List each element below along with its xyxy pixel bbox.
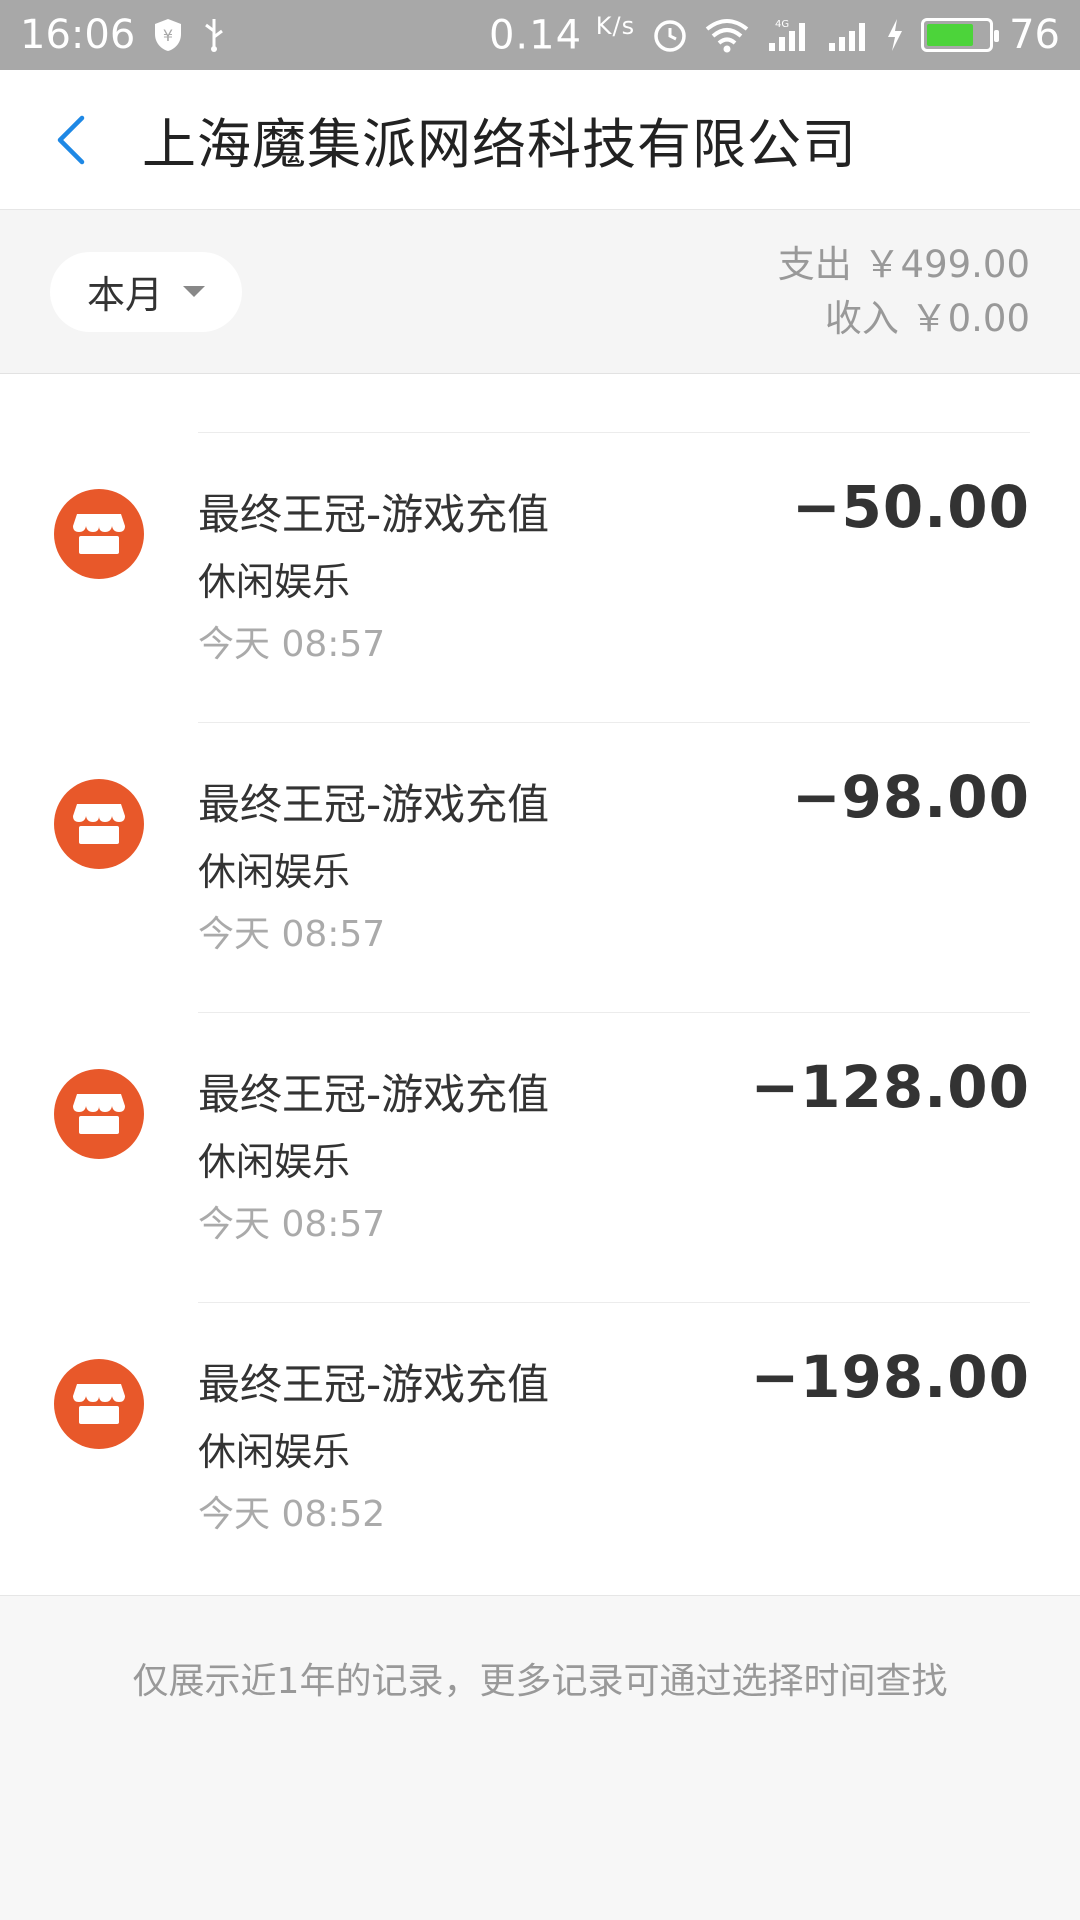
store-icon — [54, 489, 144, 579]
transaction-amount: −98.00 — [791, 763, 1030, 831]
transaction-time: 今天 08:57 — [198, 914, 386, 955]
month-filter-label: 本月 — [86, 273, 163, 317]
transaction-title: 最终王冠-游戏充值 — [198, 1070, 550, 1119]
charging-icon — [885, 17, 905, 53]
battery-level: 76 — [1009, 11, 1060, 58]
transaction-time: 今天 08:52 — [198, 1494, 386, 1535]
page-title: 上海魔集派网络科技有限公司 — [142, 113, 857, 176]
store-icon — [54, 1359, 144, 1449]
battery-fill — [927, 23, 973, 46]
footer-note: 仅展示近1年的记录，更多记录可通过选择时间查找 — [132, 1661, 948, 1702]
screen: 16:06 ¥ 0.14 K/s 4G 76 上海魔集派网络科技有限公司 本月 … — [0, 0, 1080, 1920]
transaction-amount: −128.00 — [750, 1053, 1030, 1121]
month-filter-dropdown[interactable]: 本月 — [50, 251, 242, 332]
transaction-amount: −50.00 — [791, 473, 1030, 541]
alarm-icon — [651, 16, 689, 54]
transaction-time: 今天 08:57 — [198, 1204, 386, 1245]
transaction-list: 最终王冠-游戏充值 休闲娱乐 今天 08:57 −50.00 最终王冠-游戏充值… — [0, 375, 1080, 1593]
signal-4g-icon: 4G — [765, 17, 809, 53]
status-bar: 16:06 ¥ 0.14 K/s 4G 76 — [0, 0, 1080, 70]
list-item-partial — [0, 375, 1080, 433]
transaction-category: 休闲娱乐 — [198, 1430, 351, 1474]
back-button[interactable] — [16, 70, 126, 210]
battery-icon — [921, 17, 1000, 52]
shield-icon: ¥ — [153, 17, 183, 53]
transaction-title: 最终王冠-游戏充值 — [198, 490, 550, 539]
transaction-title: 最终王冠-游戏充值 — [198, 1360, 550, 1409]
transaction-time: 今天 08:57 — [198, 624, 386, 665]
svg-text:¥: ¥ — [163, 26, 173, 45]
signal-icon — [825, 17, 869, 53]
wifi-icon — [705, 17, 749, 53]
transaction-row[interactable]: 最终王冠-游戏充值 休闲娱乐 今天 08:57 −98.00 — [0, 723, 1080, 1013]
usb-icon — [201, 17, 227, 53]
totals: 支出 ￥499.00 收入 ￥0.00 — [778, 238, 1030, 346]
transaction-category: 休闲娱乐 — [198, 850, 351, 894]
transaction-category: 休闲娱乐 — [198, 1140, 351, 1184]
income-total: 收入 ￥0.00 — [824, 296, 1030, 340]
net-speed: 0.14 K/s — [488, 11, 636, 59]
net-speed-unit: K/s — [595, 11, 636, 40]
transaction-category: 休闲娱乐 — [198, 560, 351, 604]
store-icon — [54, 779, 144, 869]
svg-text:4G: 4G — [775, 19, 789, 30]
transaction-row[interactable]: 最终王冠-游戏充值 休闲娱乐 今天 08:57 −50.00 — [0, 433, 1080, 723]
footer: 仅展示近1年的记录，更多记录可通过选择时间查找 — [0, 1595, 1080, 1920]
app-bar: 上海魔集派网络科技有限公司 — [0, 70, 1080, 210]
transaction-amount: −198.00 — [750, 1343, 1030, 1411]
summary-bar: 本月 支出 ￥499.00 收入 ￥0.00 — [0, 210, 1080, 374]
transaction-title: 最终王冠-游戏充值 — [198, 780, 550, 829]
chevron-left-icon — [57, 115, 85, 164]
caret-down-icon — [183, 286, 205, 297]
expense-total: 支出 ￥499.00 — [777, 242, 1030, 286]
store-icon — [54, 1069, 144, 1159]
status-time: 16:06 — [20, 12, 136, 58]
transaction-row[interactable]: 最终王冠-游戏充值 休闲娱乐 今天 08:52 −198.00 — [0, 1303, 1080, 1593]
transaction-row[interactable]: 最终王冠-游戏充值 休闲娱乐 今天 08:57 −128.00 — [0, 1013, 1080, 1303]
